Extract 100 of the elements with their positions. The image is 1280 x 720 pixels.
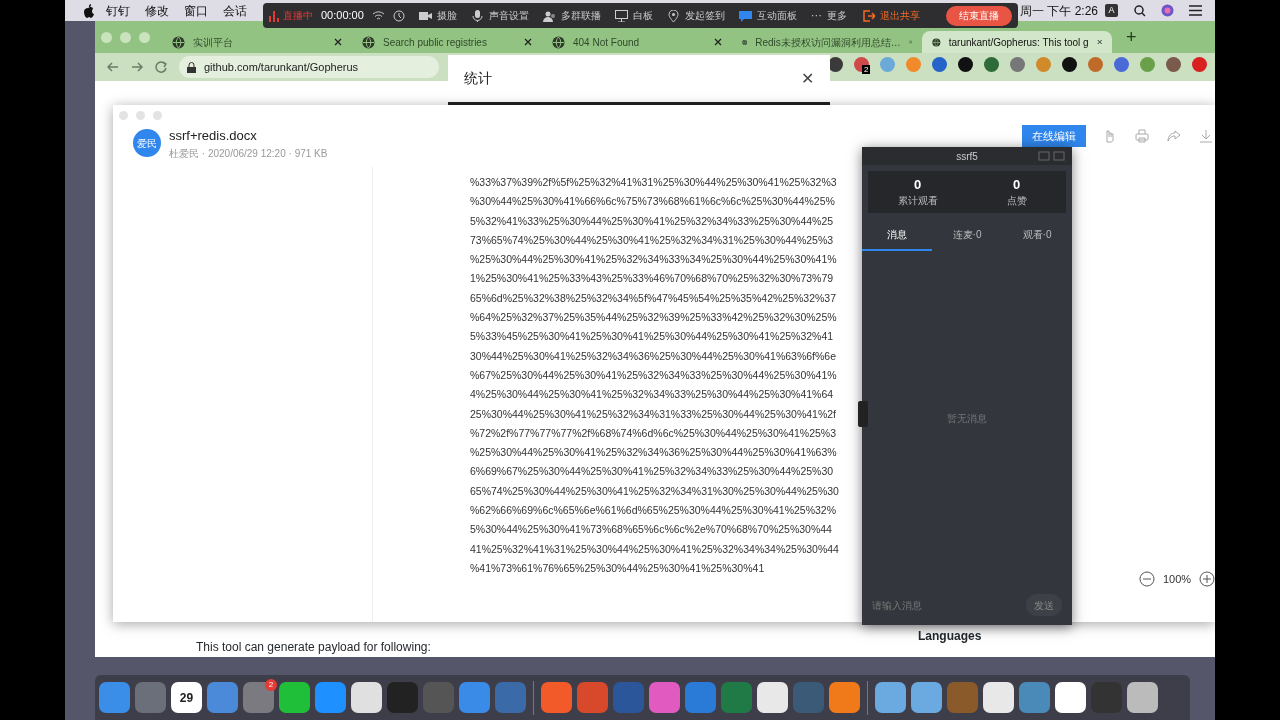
exit-icon[interactable] [862, 9, 875, 22]
document-text-line: 30%44%25%30%41%25%32%34%36%25%30%44%25%30%41%63%6f%6e [470, 348, 838, 364]
document-text-line: 25%30%44%25%30%41%25%32%34%31%33%25%30%44%25%30%41%2f [470, 406, 838, 422]
app-icon[interactable] [279, 682, 310, 713]
app-icon[interactable] [757, 682, 788, 713]
section-heading: Languages [918, 628, 982, 645]
microphone-icon[interactable] [470, 9, 484, 22]
forward-arrow-icon[interactable] [131, 61, 143, 73]
search-icon[interactable] [1134, 4, 1146, 17]
apple-icon[interactable] [82, 3, 94, 18]
app-icon[interactable] [351, 682, 382, 713]
file-meta: 杜爱民 · 2020/06/29 12:20 · 971 KB [169, 146, 328, 161]
close-button[interactable]: ✕ [801, 66, 814, 91]
panel-title: ssrf5 [956, 149, 978, 164]
document-text-line: 5%32%41%33%25%30%44%25%30%41%25%32%34%33%25%30%44%25 [470, 213, 835, 229]
zoom-level-text: 100% [1163, 572, 1192, 587]
menu-item[interactable]: 钉钉 [106, 1, 130, 20]
document-text-line: %67%25%30%44%25%30%41%25%32%34%33%25%30%44%25%30%41% [470, 367, 838, 383]
toolbar-label[interactable]: 多群联播 [560, 8, 601, 23]
lock-icon [187, 61, 196, 73]
menu-item[interactable]: 窗口 [184, 1, 208, 20]
collapse-handle[interactable] [858, 401, 868, 427]
document-text-line: 5%33%45%25%30%41%25%30%41%25%30%44%25%30%41%25%32%41 [470, 329, 835, 345]
dialog-title: 统计 [464, 69, 492, 88]
panel-tab[interactable]: 观看·0 [1002, 219, 1072, 251]
video-camera-icon[interactable] [418, 9, 432, 22]
chat-bubble-icon[interactable] [738, 9, 752, 22]
monitor-icon[interactable] [614, 9, 628, 22]
document-text-line: 4%25%30%44%25%30%41%25%32%34%33%25%30%44%25%30%41%64 [470, 387, 835, 403]
document-text-line: 65%6d%25%32%38%25%32%34%5f%47%45%54%25%35%42%25%32%37 [470, 290, 838, 306]
reload-icon[interactable] [155, 61, 167, 73]
browser-tab[interactable]: tarunkant/Gopherus: This tool g [922, 31, 1112, 53]
app-icon[interactable]: 2 [243, 682, 274, 713]
document-text-line: 65%74%25%30%44%25%30%41%25%32%34%31%30%25%30%44%25%30 [470, 483, 839, 499]
page-text: This tool can generate payload for following: [196, 639, 431, 656]
document-text-line: 73%65%74%25%30%44%25%30%41%25%32%34%31%25%30%44%25%3 [470, 232, 835, 248]
panel-tab[interactable]: 消息 [862, 219, 932, 251]
document-text-line: %25%30%44%25%30%41%25%32%34%33%34%25%30%44%25%30%41% [470, 252, 838, 268]
window-buttons-icon[interactable] [1038, 151, 1066, 161]
panel-tab[interactable]: 连麦·0 [932, 219, 1002, 251]
document-text-line: 1%25%30%41%25%33%43%25%33%46%70%68%70%25%32%30%73%79 [470, 271, 835, 287]
end-live-button[interactable]: 结束直播 [946, 5, 1012, 26]
close-tab-icon[interactable] [714, 38, 722, 46]
app-icon[interactable]: 29 [171, 682, 202, 713]
address-bar[interactable]: github.com/tarunkant/Gopherus [179, 56, 439, 78]
zoom-out-icon[interactable] [1139, 571, 1155, 588]
toolbar-label[interactable]: 发起签到 [684, 8, 725, 23]
document-text-line: %62%66%69%6c%65%6e%61%6d%65%25%30%44%25%30%41%25%32% [470, 503, 837, 519]
new-tab-button[interactable]: + [1126, 23, 1137, 51]
globe-icon [932, 35, 941, 49]
location-pin-icon[interactable] [666, 9, 680, 22]
globe-icon [362, 35, 375, 49]
document-text-line: 5%30%44%25%30%41%73%68%65%6c%6c%2e%70%68%70%25%30%44 [470, 522, 833, 538]
close-tab-icon[interactable] [524, 38, 532, 46]
toolbar-label[interactable]: 更多 [826, 8, 847, 23]
stat-value: 0 [913, 176, 922, 193]
document-text-line: 6%69%67%25%30%44%25%30%41%25%32%34%33%25%30%44%25%30 [470, 464, 835, 480]
app-icon[interactable] [911, 682, 942, 713]
document-text-line: %33%37%39%2f%5f%25%32%41%31%25%30%44%25%30%41%25%32%3 [470, 175, 838, 190]
document-text-line: %64%25%32%37%25%35%44%25%32%39%25%33%42%25%32%30%25% [470, 310, 838, 326]
notification-badge: 2 [265, 679, 277, 691]
live-bars-icon [269, 9, 279, 22]
share-icon[interactable] [1167, 129, 1181, 143]
circle-icon[interactable] [392, 9, 405, 22]
document-text-line: %30%44%25%30%41%66%6c%75%73%68%61%6c%6c%25%30%44%25% [470, 194, 836, 210]
toolbar-label[interactable]: 摄脸 [436, 8, 457, 23]
document-text-line: 41%25%32%41%31%25%30%44%25%30%41%25%32%34%34%25%30%44 [470, 541, 839, 557]
wifi-icon [371, 10, 385, 21]
document-text-line: %25%30%44%25%30%41%25%32%34%36%25%30%44%25%30%41%63% [470, 445, 838, 461]
printer-icon[interactable] [1135, 129, 1149, 143]
stat-label: 累计观看 [897, 193, 938, 208]
exit-share-text[interactable]: 退出共享 [879, 8, 920, 23]
zoom-in-icon[interactable] [1199, 571, 1216, 588]
toolbar-label[interactable]: 声音设置 [488, 8, 529, 23]
menu-item[interactable]: 会话 [223, 1, 247, 20]
more-dots-icon[interactable]: ··· [810, 7, 822, 24]
live-timer: 00:00:00 [321, 8, 364, 24]
document-text-line: %72%2f%77%77%77%2f%68%74%6d%6c%25%30%44%25%30%41%25%3 [470, 425, 837, 441]
app-icon[interactable] [1127, 682, 1158, 713]
input-source-icon[interactable]: A [1105, 4, 1118, 17]
list-icon[interactable] [1189, 5, 1202, 16]
stat-value: 0 [1012, 176, 1021, 193]
edit-online-button[interactable]: 在线编辑 [1022, 125, 1086, 147]
toolbar-label[interactable]: 互动面板 [756, 8, 797, 23]
app-icon[interactable] [983, 682, 1014, 713]
notification-badge: 2 [862, 65, 871, 74]
app-icon[interactable] [875, 682, 906, 713]
clock-text: 周一 下午 2:26 [1020, 2, 1099, 20]
toolbar-label[interactable]: 白板 [632, 8, 653, 23]
back-arrow-icon[interactable] [107, 61, 119, 73]
people-icon[interactable] [542, 9, 556, 22]
download-icon[interactable] [1199, 129, 1213, 143]
siri-icon[interactable] [1161, 4, 1174, 17]
menu-item[interactable]: 修改 [145, 1, 169, 20]
close-tab-icon[interactable] [1096, 38, 1102, 46]
avatar: 爱民 [133, 129, 161, 158]
close-tab-icon[interactable] [334, 38, 342, 46]
hand-icon[interactable] [1103, 129, 1117, 143]
globe-icon [552, 35, 565, 49]
app-icon[interactable] [1055, 682, 1086, 713]
